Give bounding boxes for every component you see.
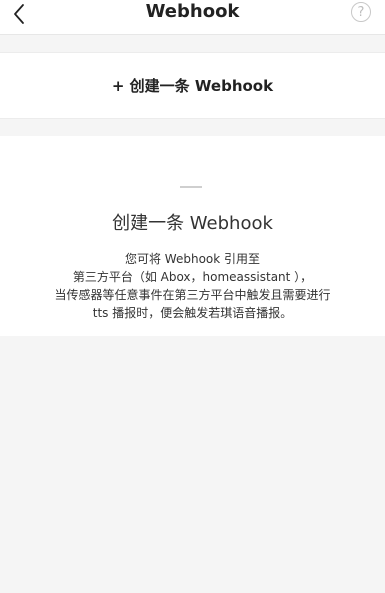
description-line: tts 播报时，便会触发若琪语音播报。	[92, 306, 293, 320]
page-title: Webhook	[145, 1, 240, 22]
create-webhook-label: + 创建一条 Webhook	[111, 77, 274, 95]
empty-state-description: 您可将 Webhook 引用至 第三方平台（如 Abox，homeassista…	[0, 250, 385, 322]
description-line: 您可将 Webhook 引用至	[124, 252, 261, 266]
description-line: 当传感器等任意事件在第三方平台中触发且需要进行	[54, 288, 331, 302]
top-bar: Webhook ?	[0, 0, 385, 35]
empty-state-panel: 创建一条 Webhook 您可将 Webhook 引用至 第三方平台（如 Abo…	[0, 136, 385, 336]
help-button[interactable]: ?	[351, 2, 371, 22]
create-webhook-button[interactable]: + 创建一条 Webhook	[0, 52, 385, 119]
question-circle-icon: ?	[357, 4, 365, 20]
description-line: 第三方平台（如 Abox，homeassistant ），	[72, 270, 313, 284]
divider	[180, 186, 202, 188]
empty-state-title: 创建一条 Webhook	[112, 213, 273, 234]
